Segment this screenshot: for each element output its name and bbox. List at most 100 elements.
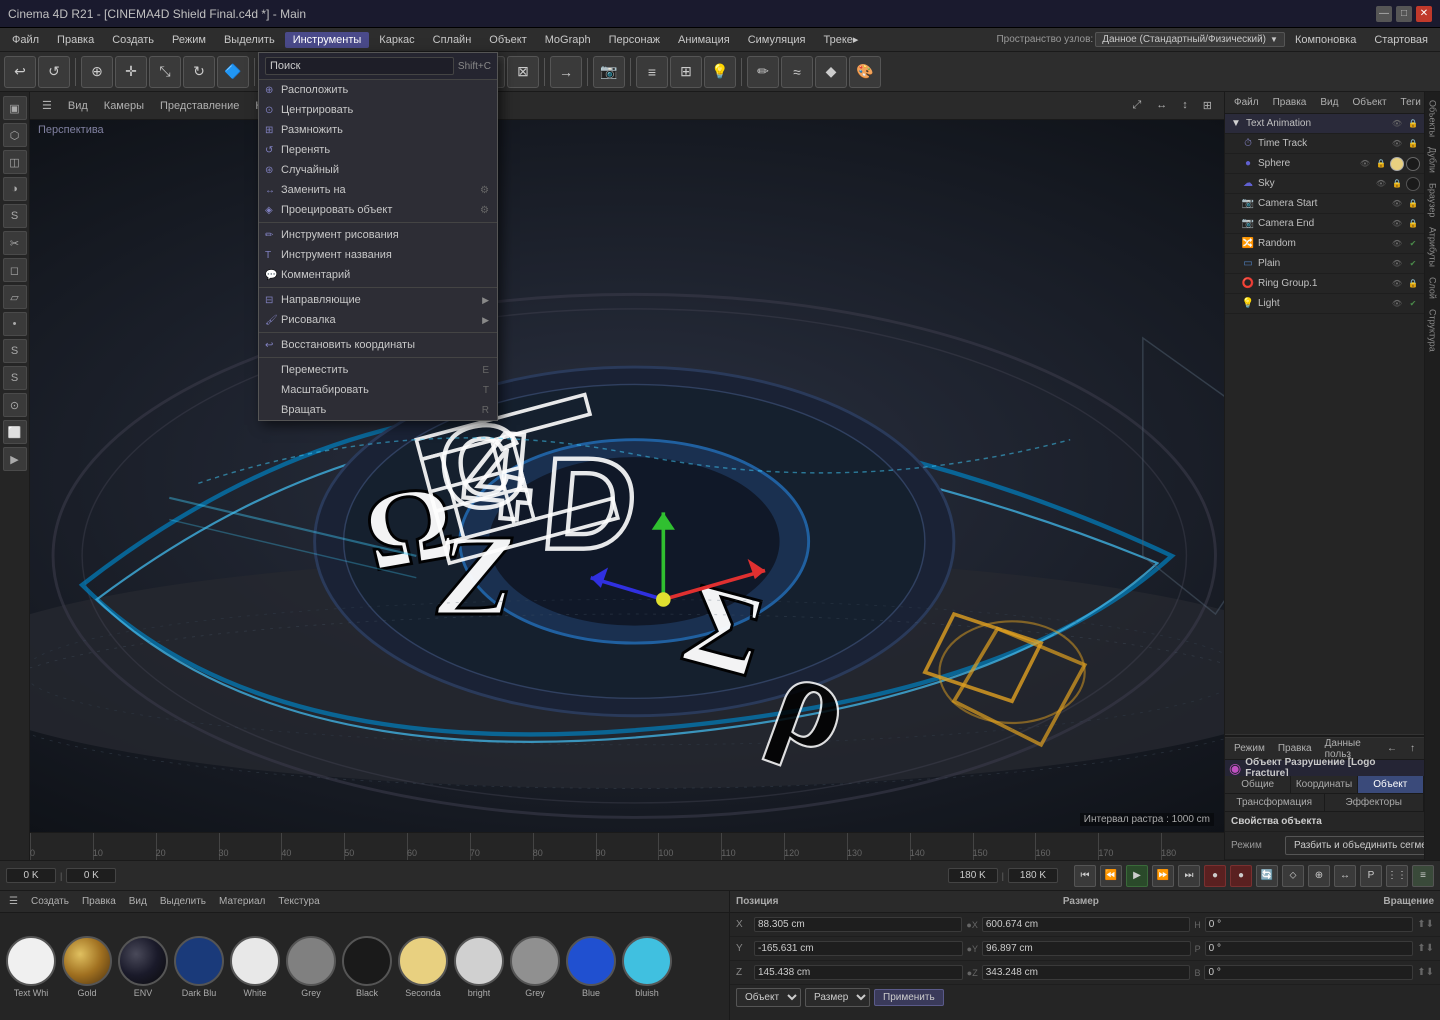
- edge-tab-layer[interactable]: Слой: [1427, 273, 1439, 303]
- attr-back-button[interactable]: ←: [1382, 742, 1402, 755]
- material-item-2[interactable]: ENV: [118, 936, 168, 998]
- material-item-1[interactable]: Gold: [62, 936, 112, 998]
- coord-x-pos[interactable]: [754, 917, 962, 932]
- coord-h-spin[interactable]: ⬆⬇: [1417, 919, 1434, 930]
- vp-icon3-button[interactable]: ⊞: [1197, 98, 1218, 113]
- ls-knife-button[interactable]: ✂: [3, 231, 27, 255]
- dm-item-rotate[interactable]: Вращать R: [259, 400, 497, 420]
- menu-tracker[interactable]: Треке▸: [816, 31, 867, 48]
- attr-mode-button[interactable]: Режим: [1229, 742, 1270, 755]
- coord-z-pos[interactable]: [754, 965, 963, 980]
- undo-button[interactable]: ↩: [4, 56, 36, 88]
- obj-flag-eye-sphere[interactable]: 👁: [1358, 157, 1372, 171]
- menu-file[interactable]: Файл: [4, 32, 47, 48]
- dm-item-guides[interactable]: ⊟ Направляющие: [259, 290, 497, 310]
- coord-x-size[interactable]: [982, 917, 1190, 932]
- obj-flag-eye-rg[interactable]: 👁: [1390, 277, 1404, 291]
- vp-cameras-button[interactable]: Камеры: [98, 99, 150, 113]
- coord-size-select[interactable]: Размер: [805, 988, 870, 1007]
- vp-display-button[interactable]: Представление: [154, 99, 245, 113]
- maximize-button[interactable]: □: [1396, 6, 1412, 22]
- menu-startup[interactable]: Стартовая: [1366, 32, 1436, 48]
- arrow-button[interactable]: →: [550, 56, 582, 88]
- ls-poly-button[interactable]: ◻: [3, 258, 27, 282]
- coord-mode-select[interactable]: Объект: [736, 988, 801, 1007]
- obj-flag-eye-l[interactable]: 👁: [1390, 297, 1404, 311]
- obj-flag-lock-sphere[interactable]: 🔒: [1374, 157, 1388, 171]
- vp-icon1-button[interactable]: ↔: [1150, 98, 1173, 113]
- obj-flag-eye-pl[interactable]: 👁: [1390, 257, 1404, 271]
- anim-end-field[interactable]: [948, 868, 998, 883]
- ls-model-button[interactable]: ▣: [3, 96, 27, 120]
- dm-item-comment[interactable]: 💬 Комментарий: [259, 265, 497, 285]
- anim-start-field[interactable]: [6, 868, 56, 883]
- dm-item-draw-tool[interactable]: ✏ Инструмент рисования: [259, 225, 497, 245]
- light-button[interactable]: 💡: [704, 56, 736, 88]
- material-item-9[interactable]: Grey: [510, 936, 560, 998]
- obj-item-light[interactable]: 💡 Light 👁 ✔: [1225, 294, 1424, 314]
- coord-b-rot[interactable]: [1204, 965, 1413, 980]
- obj-flag-eye[interactable]: 👁: [1390, 117, 1404, 131]
- anim-forward-button[interactable]: ⏭: [1178, 865, 1200, 887]
- obj-flag-lock-cs[interactable]: 🔒: [1406, 197, 1420, 211]
- mat-select-button[interactable]: Выделить: [155, 895, 211, 908]
- anim-play-button[interactable]: ▶: [1126, 865, 1148, 887]
- array-button[interactable]: ⊠: [507, 56, 539, 88]
- ls-mesh-button[interactable]: ⬡: [3, 123, 27, 147]
- obj-edit-button[interactable]: Правка: [1268, 96, 1312, 109]
- anim-keyframe-button[interactable]: ⬦: [1282, 865, 1304, 887]
- material-item-6[interactable]: Black: [342, 936, 392, 998]
- material-item-10[interactable]: Blue: [566, 936, 616, 998]
- floor-button[interactable]: ≡: [636, 56, 668, 88]
- menu-layout[interactable]: Компоновка: [1287, 32, 1364, 48]
- dm-item-paint[interactable]: 🖌 Рисовалка: [259, 310, 497, 330]
- menu-mode[interactable]: Режим: [164, 32, 214, 48]
- vp-view-button[interactable]: Вид: [62, 99, 94, 113]
- ls-sculpt2-button[interactable]: ◑: [3, 177, 27, 201]
- dm-item-multiply[interactable]: ⊞ Размножить: [259, 120, 497, 140]
- coord-z-size[interactable]: [982, 965, 1191, 980]
- dm-item-center[interactable]: ⊙ Центрировать: [259, 100, 497, 120]
- coord-p-rot[interactable]: [1205, 941, 1414, 956]
- obj-flag-eye-r[interactable]: 👁: [1390, 237, 1404, 251]
- redo-button[interactable]: ↺: [38, 56, 70, 88]
- vp-maximize-button[interactable]: ⤢: [1126, 98, 1147, 113]
- dm-item-project[interactable]: ◈ Проецировать объект ⚙: [259, 200, 497, 220]
- attr-tab-transform[interactable]: Трансформация: [1225, 794, 1325, 811]
- material-item-5[interactable]: Grey: [286, 936, 336, 998]
- obj-item-ring-group[interactable]: ⭕ Ring Group.1 👁 🔒: [1225, 274, 1424, 294]
- menu-character[interactable]: Персонаж: [601, 32, 668, 48]
- dm-item-replace[interactable]: ↔ Заменить на ⚙: [259, 180, 497, 200]
- grid2-button[interactable]: ⊞: [670, 56, 702, 88]
- obj-flag-lock[interactable]: 🔒: [1406, 117, 1420, 131]
- obj-flag-check-r[interactable]: ✔: [1406, 237, 1420, 251]
- menu-edit[interactable]: Правка: [49, 32, 102, 48]
- viewport[interactable]: Перспектива: [30, 120, 1224, 832]
- vp-icon2-button[interactable]: ↕: [1176, 98, 1194, 113]
- attr-tab-object[interactable]: Объект: [1358, 776, 1424, 793]
- select-tool-button[interactable]: ✛: [115, 56, 147, 88]
- coord-b-spin[interactable]: ⬆⬇: [1417, 967, 1434, 978]
- mat-create-button[interactable]: Создать: [26, 895, 74, 908]
- anim-record-button[interactable]: ●: [1204, 865, 1226, 887]
- anim-next-button[interactable]: ⏩: [1152, 865, 1174, 887]
- obj-item-random[interactable]: 🔀 Random 👁 ✔: [1225, 234, 1424, 254]
- obj-item-sky[interactable]: ☁ Sky 👁 🔒: [1225, 174, 1424, 194]
- coord-p-spin[interactable]: ⬆⬇: [1417, 943, 1434, 954]
- attr-edit-button[interactable]: Правка: [1273, 742, 1317, 755]
- scale-tool-button[interactable]: ⤡: [149, 56, 181, 88]
- obj-flag-eye-sky[interactable]: 👁: [1374, 177, 1388, 191]
- obj-flag-eye-cs[interactable]: 👁: [1390, 197, 1404, 211]
- coord-y-size[interactable]: [982, 941, 1191, 956]
- obj-flag-lock-rg[interactable]: 🔒: [1406, 277, 1420, 291]
- close-button[interactable]: ✕: [1416, 6, 1432, 22]
- obj-flag-check-pl[interactable]: ✔: [1406, 257, 1420, 271]
- dm-item-restore-coords[interactable]: ↩ Восстановить координаты: [259, 335, 497, 355]
- ls-motion-button[interactable]: ⊙: [3, 393, 27, 417]
- obj-item-plain[interactable]: ▭ Plain 👁 ✔: [1225, 254, 1424, 274]
- spline-pen-button[interactable]: ✏: [747, 56, 779, 88]
- attr-tab-effectors[interactable]: Эффекторы: [1325, 794, 1425, 811]
- material-item-7[interactable]: Seconda: [398, 936, 448, 998]
- workspace-dropdown[interactable]: Данное (Стандартный/Физический): [1095, 32, 1285, 47]
- material-item-0[interactable]: Text Whi: [6, 936, 56, 998]
